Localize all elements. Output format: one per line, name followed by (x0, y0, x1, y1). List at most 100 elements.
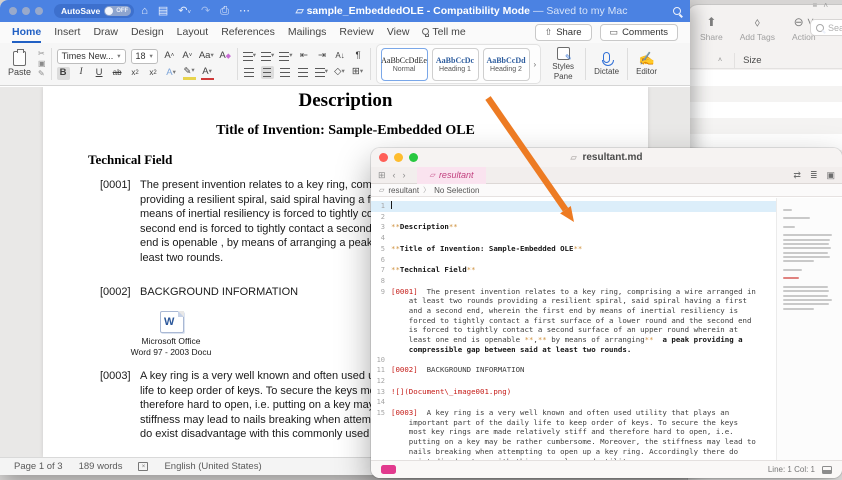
shading-button[interactable]: ◇▾ (333, 66, 346, 79)
code-line[interactable]: 3**Description** (371, 222, 776, 233)
style-normal[interactable]: AaBbCcDdEe Normal (381, 48, 428, 81)
minimize-button[interactable] (22, 7, 30, 15)
text-effects-button[interactable]: A▾ (165, 67, 178, 80)
style-heading1[interactable]: AaBbCcDc Heading 1 (432, 48, 479, 81)
share-button[interactable]: ⇧ Share (535, 24, 592, 41)
editor-titlebar[interactable]: ▱ resultant.md (371, 148, 842, 167)
home-icon[interactable]: ⌂ (141, 6, 148, 17)
underline-button[interactable]: U (93, 67, 106, 80)
bottom-panel-icon[interactable] (822, 466, 832, 474)
word-titlebar[interactable]: AutoSave OFF ⌂ ▤ ↶˅ ↷ ⎙ ⋯ ▱ sample_Embed… (0, 0, 690, 22)
grid-view-icon[interactable]: ⊞ (378, 170, 386, 181)
dictate-button[interactable]: Dictate (591, 52, 622, 76)
code-line[interactable]: 8 (371, 276, 776, 287)
pilcrow-button[interactable]: ¶ (352, 50, 365, 63)
italic-button[interactable]: I (75, 67, 88, 80)
borders-button[interactable]: ⊞▾ (351, 66, 364, 79)
code-line[interactable]: 9[0001] The present invention relates to… (371, 287, 776, 355)
code-line[interactable]: 15[0003] A key ring is a very well known… (371, 408, 776, 460)
autosave-toggle[interactable]: AutoSave OFF (54, 4, 134, 18)
line-spacing-button[interactable]: ▾ (315, 66, 328, 79)
code-editor-area[interactable]: 12 3**Description**4 5**Title of Inventi… (371, 198, 776, 460)
align-center-button[interactable] (261, 66, 274, 79)
zoom-button[interactable] (35, 7, 43, 15)
gallery-expand-icon[interactable]: › (534, 60, 537, 69)
ribbon-tab-insert[interactable]: Insert (54, 22, 80, 43)
finder-window-controls[interactable]: ≡ ˄ (812, 1, 830, 10)
finder-search-input[interactable]: Sea (810, 19, 842, 36)
sort-button[interactable]: A↓ (334, 50, 347, 63)
font-color-button[interactable]: A▾ (201, 67, 214, 80)
swap-arrows-icon[interactable]: ⇄ (793, 170, 801, 181)
code-line[interactable]: 12 (371, 376, 776, 387)
ribbon-tab-home[interactable]: Home (12, 22, 41, 43)
word-count[interactable]: 189 words (79, 461, 123, 472)
comments-button[interactable]: ▭ Comments (600, 24, 678, 41)
editor-minimap[interactable] (776, 198, 842, 460)
editor-button[interactable]: ✍ Editor (633, 52, 660, 76)
page-indicator[interactable]: Page 1 of 3 (14, 461, 63, 472)
clear-formatting-button[interactable]: A◆ (219, 50, 232, 63)
highlight-button[interactable]: ✎▾ (183, 67, 196, 80)
align-left-button[interactable] (243, 66, 256, 79)
ribbon-tab-references[interactable]: References (221, 22, 275, 43)
grow-font-button[interactable]: A˄ (163, 50, 176, 63)
code-line[interactable]: 7**Technical Field** (371, 265, 776, 276)
code-line[interactable]: 2 (371, 212, 776, 223)
code-line[interactable]: 5**Title of Invention: Sample-Embedded O… (371, 244, 776, 255)
code-line[interactable]: 4 (371, 233, 776, 244)
code-line[interactable]: 1 (371, 201, 776, 212)
finder-list-header[interactable]: ˄ Size (688, 53, 842, 69)
more-icon[interactable]: ⋯ (239, 6, 250, 17)
ribbon-tab-draw[interactable]: Draw (93, 22, 118, 43)
back-icon[interactable]: ‹ (393, 170, 396, 180)
ribbon-tab-tellme[interactable]: Tell me (422, 22, 465, 43)
close-button[interactable] (9, 7, 17, 15)
size-column-header[interactable]: Size (734, 53, 761, 68)
style-heading2[interactable]: AaBbCcDd Heading 2 (483, 48, 530, 81)
finder-add-tags-button[interactable]: ⬨ Add Tags (740, 15, 775, 42)
strikethrough-button[interactable]: ab (111, 67, 124, 80)
ribbon-tab-view[interactable]: View (387, 22, 410, 43)
autosave-switch[interactable]: OFF (104, 6, 131, 16)
multilevel-list-button[interactable]: ▾ (279, 50, 292, 63)
ribbon-tab-mailings[interactable]: Mailings (288, 22, 327, 43)
ribbon-tab-layout[interactable]: Layout (177, 22, 209, 43)
tab-resultant[interactable]: ▱ resultant (417, 167, 487, 184)
change-case-button[interactable]: Aa▾ (199, 50, 214, 63)
styles-pane-button[interactable]: Styles Pane (546, 47, 580, 80)
titlebar-search-icon[interactable] (673, 7, 681, 15)
proofing-icon[interactable]: × (138, 462, 148, 471)
ribbon-tab-review[interactable]: Review (339, 22, 373, 43)
embedded-ole-word-icon[interactable]: W (160, 311, 184, 333)
ribbon-tab-design[interactable]: Design (131, 22, 164, 43)
undo-icon[interactable]: ↶˅ (178, 6, 191, 17)
bullet-list-button[interactable]: ▾ (243, 50, 256, 63)
inspector-panel-icon[interactable]: ▣ (826, 170, 835, 181)
copy-icon[interactable]: ▣ (38, 60, 46, 68)
print-icon[interactable]: ⎙ (220, 6, 229, 17)
align-right-button[interactable] (279, 66, 292, 79)
breadcrumb-file[interactable]: resultant (388, 186, 419, 195)
format-painter-icon[interactable]: ✎ (38, 70, 46, 78)
code-line[interactable]: 10 (371, 355, 776, 366)
save-icon[interactable]: ▤ (158, 6, 168, 17)
font-size-select[interactable]: 18 ▾ (131, 49, 158, 64)
decrease-indent-button[interactable]: ⇤ (298, 50, 311, 63)
editor-jump-bar[interactable]: ▱ resultant 〉 No Selection (371, 184, 842, 197)
numbered-list-button[interactable]: ▾ (261, 50, 274, 63)
forward-icon[interactable]: › (403, 170, 406, 180)
code-line[interactable]: 11[0002] BACKGROUND INFORMATION (371, 365, 776, 376)
cut-icon[interactable]: ✂ (38, 50, 46, 58)
bold-button[interactable]: B (57, 67, 70, 80)
code-line[interactable]: 6 (371, 255, 776, 266)
subscript-button[interactable]: x2 (129, 67, 142, 80)
increase-indent-button[interactable]: ⇥ (316, 50, 329, 63)
language-indicator[interactable]: English (United States) (164, 461, 261, 472)
list-icon[interactable]: ≣ (810, 170, 818, 181)
redo-icon[interactable]: ↷ (201, 6, 210, 17)
font-name-select[interactable]: Times New... ▾ (57, 49, 126, 64)
code-line[interactable]: 14 (371, 397, 776, 408)
paste-button[interactable]: Paste (6, 51, 33, 77)
shrink-font-button[interactable]: A˅ (181, 50, 194, 63)
